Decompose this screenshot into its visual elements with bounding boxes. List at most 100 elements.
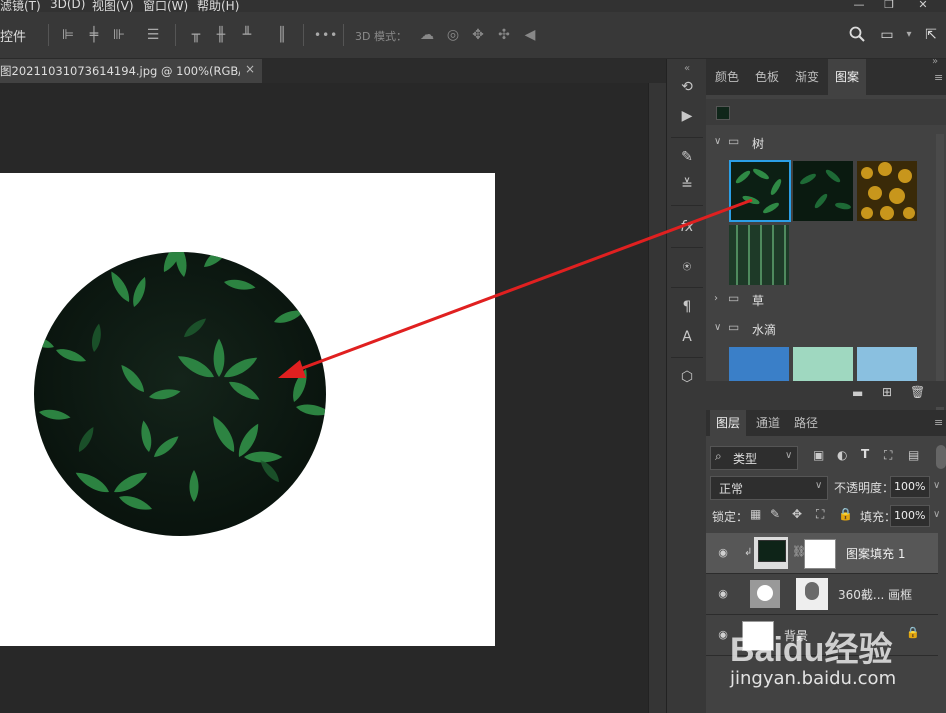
watermark-brand: Baidu经验 (730, 631, 893, 669)
align-bottom-icon[interactable]: ╨ (238, 26, 256, 44)
minimize-button[interactable]: — (846, 0, 872, 12)
filter-pixel-icon[interactable]: ▣ (813, 448, 824, 462)
folder-trees[interactable]: ∨ ▭ 树 (706, 131, 938, 157)
pattern-thumb-dark-leaves[interactable] (793, 161, 853, 221)
filter-toggle[interactable] (936, 445, 946, 469)
eye-icon[interactable]: ◉ (716, 628, 730, 642)
folder-grass[interactable]: › ▭ 草 (706, 288, 938, 314)
lock-position-icon[interactable]: ✥ (792, 507, 802, 521)
paragraph-icon[interactable]: ¶ (677, 297, 697, 317)
roll-3d-icon[interactable]: ◎ (444, 26, 462, 44)
pan-3d-icon[interactable]: ✥ (469, 26, 487, 44)
folder-icon: ▭ (728, 320, 740, 334)
layers-menu-icon[interactable]: ≡ (934, 416, 943, 429)
opacity-field[interactable]: 100% (890, 476, 930, 498)
folder-icon: ▭ (728, 291, 740, 305)
close-window-button[interactable]: ✕ (910, 0, 936, 12)
align-hcenter-icon[interactable]: ╪ (85, 26, 103, 44)
pattern-thumb-water-blue[interactable] (729, 347, 789, 381)
clone-source-icon[interactable]: ⍟ (677, 257, 697, 277)
document-tab-title: 图20211031073614194.jpg @ 100%(RGB/8#) (0, 64, 240, 78)
character-icon[interactable]: A (677, 327, 697, 347)
share-icon[interactable]: ⇱ (922, 26, 940, 44)
slide-3d-icon[interactable]: ✣ (495, 26, 513, 44)
search-icon[interactable] (848, 26, 866, 44)
fill-field[interactable]: 100% (890, 505, 930, 527)
more-options-button[interactable]: ••• (314, 26, 337, 44)
leaf-pattern-circle[interactable] (34, 252, 326, 536)
layer-mask-thumbnail[interactable] (804, 539, 836, 569)
restore-button[interactable]: ❐ (876, 0, 902, 12)
layer-row-pattern-fill[interactable]: ◉ ↲ ⛓ 图案填充 1 (706, 533, 938, 574)
align-top-icon[interactable]: ╥ (187, 26, 205, 44)
panel-menu-icon[interactable]: ≡ (934, 71, 943, 84)
layer-filter-select[interactable]: ⌕ 类型 ∨ (710, 446, 798, 470)
lock-pixels-icon[interactable]: ✎ (770, 507, 780, 521)
divider (343, 24, 344, 46)
divider (671, 357, 703, 358)
filter-type-icon[interactable]: T (861, 447, 869, 461)
tab-close-icon[interactable]: × (245, 62, 255, 76)
chevron-down-icon[interactable]: ▾ (900, 26, 918, 44)
pattern-thumb-autumn[interactable] (857, 161, 917, 221)
actions-play-icon[interactable]: ▶ (677, 106, 697, 126)
circle-shape-icon (757, 585, 773, 601)
patterns-footer: ▬ ⊞ 🗑 (706, 381, 946, 407)
tab-swatches[interactable]: 色板 (750, 59, 784, 95)
distribute-vertical-icon[interactable]: ║ (273, 26, 291, 44)
delete-icon[interactable]: 🗑 (910, 385, 925, 399)
adjustments-icon[interactable]: ≚ (677, 175, 697, 195)
pattern-preview-row (706, 99, 946, 125)
pattern-thumb-water-green[interactable] (793, 347, 853, 381)
collapse-panels-icon[interactable]: « (677, 59, 697, 79)
filter-adjustment-icon[interactable]: ◐ (837, 448, 847, 462)
pattern-thumb-leaves-selected[interactable] (729, 160, 791, 222)
folder-water-drops[interactable]: ∨ ▭ 水滴 (706, 317, 938, 343)
current-pattern-swatch[interactable] (716, 106, 730, 120)
3d-cube-icon[interactable]: ⬡ (677, 367, 697, 387)
collapse-right-icon[interactable]: » (932, 56, 938, 67)
folder-name: 树 (752, 137, 765, 151)
document-tab[interactable]: 图20211031073614194.jpg @ 100%(RGB/8#) × (0, 59, 262, 83)
orbit-3d-icon[interactable]: ☁ (418, 26, 436, 44)
vertical-scrollbar[interactable] (648, 83, 667, 713)
styles-fx-icon[interactable]: fx (677, 217, 697, 237)
blend-mode-select[interactable]: 正常 ∨ (710, 476, 828, 500)
search-icon: ⌕ (715, 449, 722, 463)
align-vcenter-icon[interactable]: ╫ (212, 26, 230, 44)
lock-artboard-icon[interactable]: ⛶ (816, 507, 824, 522)
tab-paths[interactable]: 路径 (788, 410, 824, 436)
tab-gradients[interactable]: 渐变 (790, 59, 824, 95)
tab-patterns[interactable]: 图案 (828, 59, 866, 95)
new-pattern-icon[interactable]: ⊞ (882, 385, 892, 399)
brush-settings-icon[interactable]: ✎ (677, 147, 697, 167)
eye-icon[interactable]: ◉ (716, 546, 730, 560)
tab-layers[interactable]: 图层 (710, 410, 746, 436)
options-bar: 控件 ⊫ ╪ ⊪ ☰ ╥ ╫ ╨ ║ ••• 3D 模式： ☁ ◎ ✥ ✣ ◀ … (0, 12, 946, 59)
filter-shape-icon[interactable]: ⛶ (884, 448, 892, 463)
history-icon[interactable]: ⟲ (677, 77, 697, 97)
menu-3d[interactable]: 3D(D) (50, 0, 85, 11)
align-right-icon[interactable]: ⊪ (110, 26, 128, 44)
divider (48, 24, 49, 46)
tab-color[interactable]: 颜色 (710, 59, 744, 95)
tab-channels[interactable]: 通道 (750, 410, 786, 436)
new-folder-icon[interactable]: ▬ (852, 386, 863, 400)
folder-icon: ▭ (728, 134, 740, 148)
pattern-thumb-pine[interactable] (729, 225, 789, 285)
lock-all-icon[interactable]: 🔒 (838, 507, 853, 521)
distribute-icon[interactable]: ☰ (144, 26, 162, 44)
filter-smart-icon[interactable]: ▤ (908, 448, 919, 462)
eye-icon[interactable]: ◉ (716, 587, 730, 601)
workspace-icon[interactable]: ▭ (878, 26, 896, 44)
chevron-down-icon[interactable]: ∨ (933, 480, 940, 491)
layer-name: 图案填充 1 (846, 547, 906, 561)
camera-3d-icon[interactable]: ◀ (521, 26, 539, 44)
chevron-down-icon[interactable]: ∨ (933, 509, 940, 520)
pattern-thumb-water-light[interactable] (857, 347, 917, 381)
layer-row-shape[interactable]: ◉ 360截... 画框 (706, 574, 938, 615)
mode-3d-label: 3D 模式： (355, 30, 407, 43)
align-left-icon[interactable]: ⊫ (59, 26, 77, 44)
lock-transparency-icon[interactable]: ▦ (750, 507, 761, 521)
blend-mode-value: 正常 (719, 482, 744, 496)
